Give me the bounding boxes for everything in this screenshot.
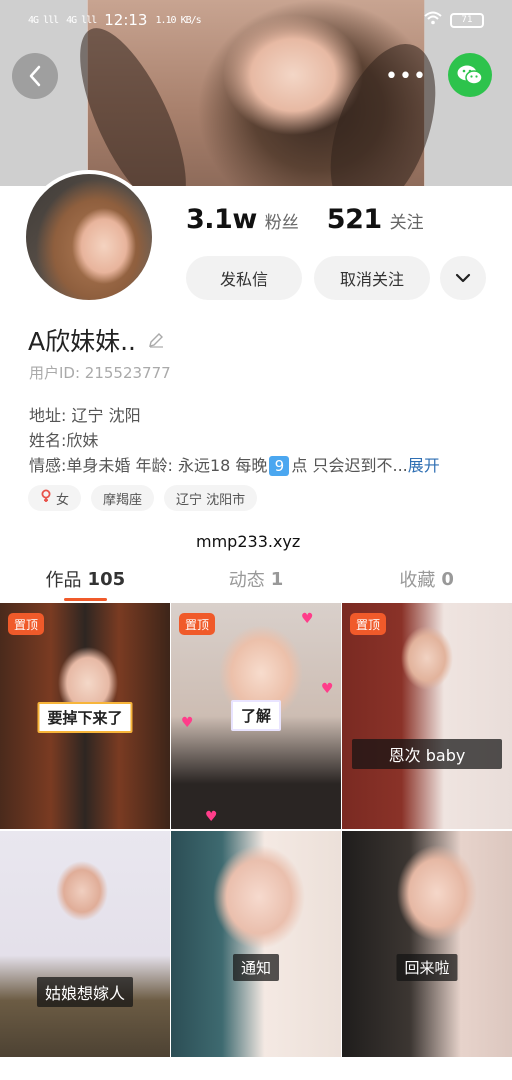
tab-works-count: 105 [87,568,126,590]
tab-favorites-label: 收藏 [399,570,436,591]
status-line: 情感:单身未婚 年龄: 永远18 每晚 9 点 只会迟到不...展开 [29,452,440,476]
post-caption: 要掉下来了 [37,702,133,733]
profile-cover: 4G lll 4G lll 12:13 1.10 KB/s 71 ••• [0,0,512,186]
network-speed: 1.10 KB/s [155,14,201,26]
edit-icon[interactable] [146,330,166,350]
pinned-badge: 置顶 [350,613,387,635]
chevron-left-icon [29,65,41,87]
wechat-icon [457,65,483,85]
tag-zodiac: 摩羯座 [91,485,155,511]
followers-label[interactable]: 粉丝 [265,208,299,233]
back-button[interactable] [12,53,58,99]
post-thumbnail[interactable]: 置顶 了解 ♥ ♥ ♥ ♥ [171,603,341,829]
post-caption: 姑娘想嫁人 [36,977,134,1007]
expand-bio-link[interactable]: 展开 [408,456,440,475]
status-text-pre: 情感:单身未婚 年龄: 永远18 每晚 [29,456,268,475]
profile-stats: 3.1w 粉丝 521 关注 [186,204,452,235]
status-text-post: 点 只会迟到不... [291,456,408,475]
name-line: 姓名:欣妹 [29,431,99,450]
nickname: A欣妹妹.. [28,322,166,358]
unfollow-button[interactable]: 取消关注 [314,256,430,300]
pinned-badge: 置顶 [8,613,45,635]
heart-icon: ♥ [181,715,194,731]
heart-icon: ♥ [301,611,314,627]
heart-icon: ♥ [205,809,218,825]
battery-icon: 71 [450,12,484,28]
signal-icon: 4G lll [28,14,59,26]
tab-favorites-count: 0 [441,568,454,590]
address-line: 地址: 辽宁 沈阳 [29,406,141,425]
tag-city: 辽宁 沈阳市 [164,485,258,511]
tab-moments-label: 动态 [228,570,265,591]
tab-favorites[interactable]: 收藏 0 [341,555,512,603]
following-label[interactable]: 关注 [390,208,424,233]
post-caption: 恩次 baby [352,739,502,769]
clock: 12:13 [104,11,148,29]
status-bar: 4G lll 4G lll 12:13 1.10 KB/s 71 [0,0,512,40]
post-caption: 回来啦 [396,954,458,981]
posts-grid: 置顶 要掉下来了 置顶 了解 ♥ ♥ ♥ ♥ 置顶 恩次 baby 姑娘想嫁人 … [0,603,512,1080]
pinned-badge: 置顶 [179,613,216,635]
more-button[interactable]: ••• [385,62,427,90]
followers-count[interactable]: 3.1w [186,204,257,235]
watermark: mmp233.xyz [196,532,301,551]
number-badge: 9 [269,456,290,476]
chevron-down-icon [455,273,471,283]
user-id: 用户ID: 215523777 [29,364,171,382]
following-count[interactable]: 521 [327,204,382,235]
post-thumbnail[interactable]: 通知 [171,831,341,1057]
tag-gender: 女 [28,485,82,511]
tag-gender-label: 女 [56,492,70,508]
tab-works[interactable]: 作品 105 [0,555,171,603]
post-thumbnail[interactable]: 置顶 要掉下来了 [0,603,170,829]
tab-works-label: 作品 [45,570,82,591]
post-caption: 通知 [232,954,280,981]
post-thumbnail[interactable]: 姑娘想嫁人 [0,831,170,1057]
wechat-share-button[interactable] [448,53,492,97]
profile-tags: 女 摩羯座 辽宁 沈阳市 [28,485,258,511]
send-message-button[interactable]: 发私信 [186,256,302,300]
female-icon [40,489,52,507]
post-thumbnail[interactable]: 置顶 恩次 baby [342,603,512,829]
heart-icon: ♥ [321,681,334,697]
tab-moments[interactable]: 动态 1 [171,555,342,603]
nickname-text: A欣妹妹.. [28,327,136,356]
tab-moments-count: 1 [270,568,284,590]
content-tabs: 作品 105 动态 1 收藏 0 [0,555,512,603]
signal-icon-2: 4G lll [66,14,97,26]
avatar[interactable] [22,170,156,304]
more-dots-icon: ••• [385,63,427,89]
post-caption: 了解 [230,700,282,731]
wifi-icon [424,11,442,29]
post-thumbnail[interactable]: 回来啦 [342,831,512,1057]
expand-profile-button[interactable] [440,256,486,300]
